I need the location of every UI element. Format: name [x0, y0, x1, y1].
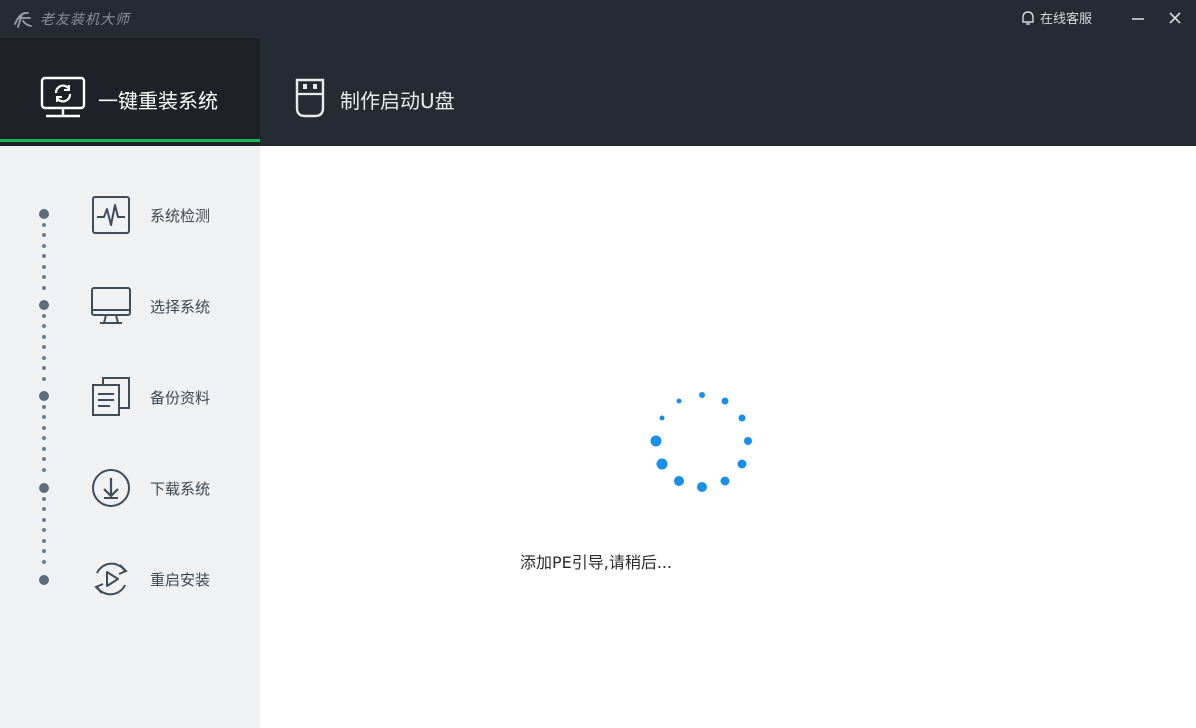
timeline-connector-dot	[42, 404, 46, 409]
download-icon	[88, 465, 134, 511]
spinner-dot	[744, 437, 752, 445]
minimize-button[interactable]	[1125, 6, 1151, 30]
timeline-connector-dot	[42, 517, 46, 522]
spinner-dot	[737, 459, 747, 469]
sidebar: 系统检测 选择系统 备份资料 下载系统 重启安装	[0, 146, 260, 728]
spinner-dot	[659, 415, 665, 421]
online-service-label: 在线客服	[1040, 12, 1093, 27]
restart-icon	[88, 556, 134, 602]
tab-label: 制作启动U盘	[340, 89, 455, 113]
timeline-connector-dot	[42, 415, 46, 419]
monitor-refresh-icon	[40, 76, 86, 118]
title-bar: 老友装机大师 在线客服	[0, 0, 1196, 38]
timeline-connector-dot	[42, 457, 46, 461]
timeline-connector-dot	[42, 467, 46, 472]
close-icon	[1169, 12, 1181, 24]
headset-icon	[1022, 10, 1034, 25]
timeline-connector-dot	[42, 446, 46, 451]
step-label: 下载系统	[150, 479, 211, 498]
step-label: 备份资料	[150, 388, 211, 407]
spinner-dot	[738, 414, 746, 422]
timeline-connector-dot	[42, 334, 46, 339]
timeline-step-dot	[39, 483, 49, 493]
tab-label: 一键重装系统	[98, 89, 218, 113]
spinner-dot	[676, 398, 682, 404]
step-label: 选择系统	[150, 297, 211, 316]
step-label: 重启安装	[150, 570, 211, 589]
step-label: 系统检测	[150, 206, 211, 225]
tab-make-usb-boot[interactable]: 制作启动U盘	[260, 38, 500, 146]
timeline-connector-dot	[42, 313, 46, 318]
spinner-dot	[699, 392, 705, 398]
timeline-connector-dot	[42, 366, 46, 370]
spinner-dot	[697, 482, 707, 492]
timeline-step-dot	[39, 300, 49, 310]
timeline-connector-dot	[42, 243, 46, 248]
timeline-connector-dot	[42, 436, 46, 440]
timeline-step-dot	[39, 391, 49, 401]
header: 老友装机大师 在线客服 一键重装系统 制作启动U盘	[0, 0, 1196, 146]
timeline-connector-dot	[42, 233, 46, 237]
timeline-connector-dot	[42, 496, 46, 501]
step-select-system[interactable]: 选择系统	[88, 283, 210, 329]
spinner-dot	[650, 435, 662, 447]
timeline-connector-dot	[42, 355, 46, 360]
usb-drive-icon	[295, 78, 325, 118]
timeline-connector-dot	[42, 528, 46, 532]
step-restart-install[interactable]: 重启安装	[88, 556, 210, 602]
status-text: 添加PE引导,请稍后...	[520, 553, 673, 572]
timeline-connector-dot	[42, 254, 46, 258]
spinner-dot	[674, 476, 684, 486]
loading-spinner-icon	[650, 392, 752, 492]
timeline-connector-dot	[42, 345, 46, 349]
timeline-connector-dot	[42, 376, 46, 381]
timeline-connector-dot	[42, 559, 46, 564]
minimize-icon	[1132, 18, 1144, 20]
spinner-dot	[720, 476, 730, 486]
active-tab-indicator	[0, 139, 260, 142]
timeline-connector-dot	[42, 285, 46, 290]
online-service-button[interactable]: 在线客服	[1020, 8, 1092, 27]
timeline-step-dot	[39, 209, 49, 219]
timeline-connector-dot	[42, 275, 46, 279]
timeline-connector-dot	[42, 507, 46, 511]
app-title: 老友装机大师	[40, 12, 130, 28]
timeline-connector-dot	[42, 549, 46, 553]
timeline-step-dot	[39, 575, 49, 585]
spinner-dot	[721, 397, 729, 405]
tab-one-click-reinstall[interactable]: 一键重装系统	[0, 38, 260, 146]
spinner-dot	[656, 458, 668, 470]
timeline-connector-dot	[42, 264, 46, 269]
step-system-check[interactable]: 系统检测	[88, 192, 210, 238]
step-backup-data[interactable]: 备份资料	[88, 374, 210, 420]
pulse-monitor-icon	[88, 192, 134, 238]
close-button[interactable]	[1162, 6, 1188, 30]
desktop-icon	[88, 283, 134, 329]
app-logo-icon	[14, 12, 32, 28]
timeline-connector-dot	[42, 222, 46, 227]
timeline-connector-dot	[42, 324, 46, 328]
timeline-connector-dot	[42, 425, 46, 430]
documents-icon	[88, 374, 134, 420]
step-download-system[interactable]: 下载系统	[88, 465, 210, 511]
timeline-connector-dot	[42, 538, 46, 543]
